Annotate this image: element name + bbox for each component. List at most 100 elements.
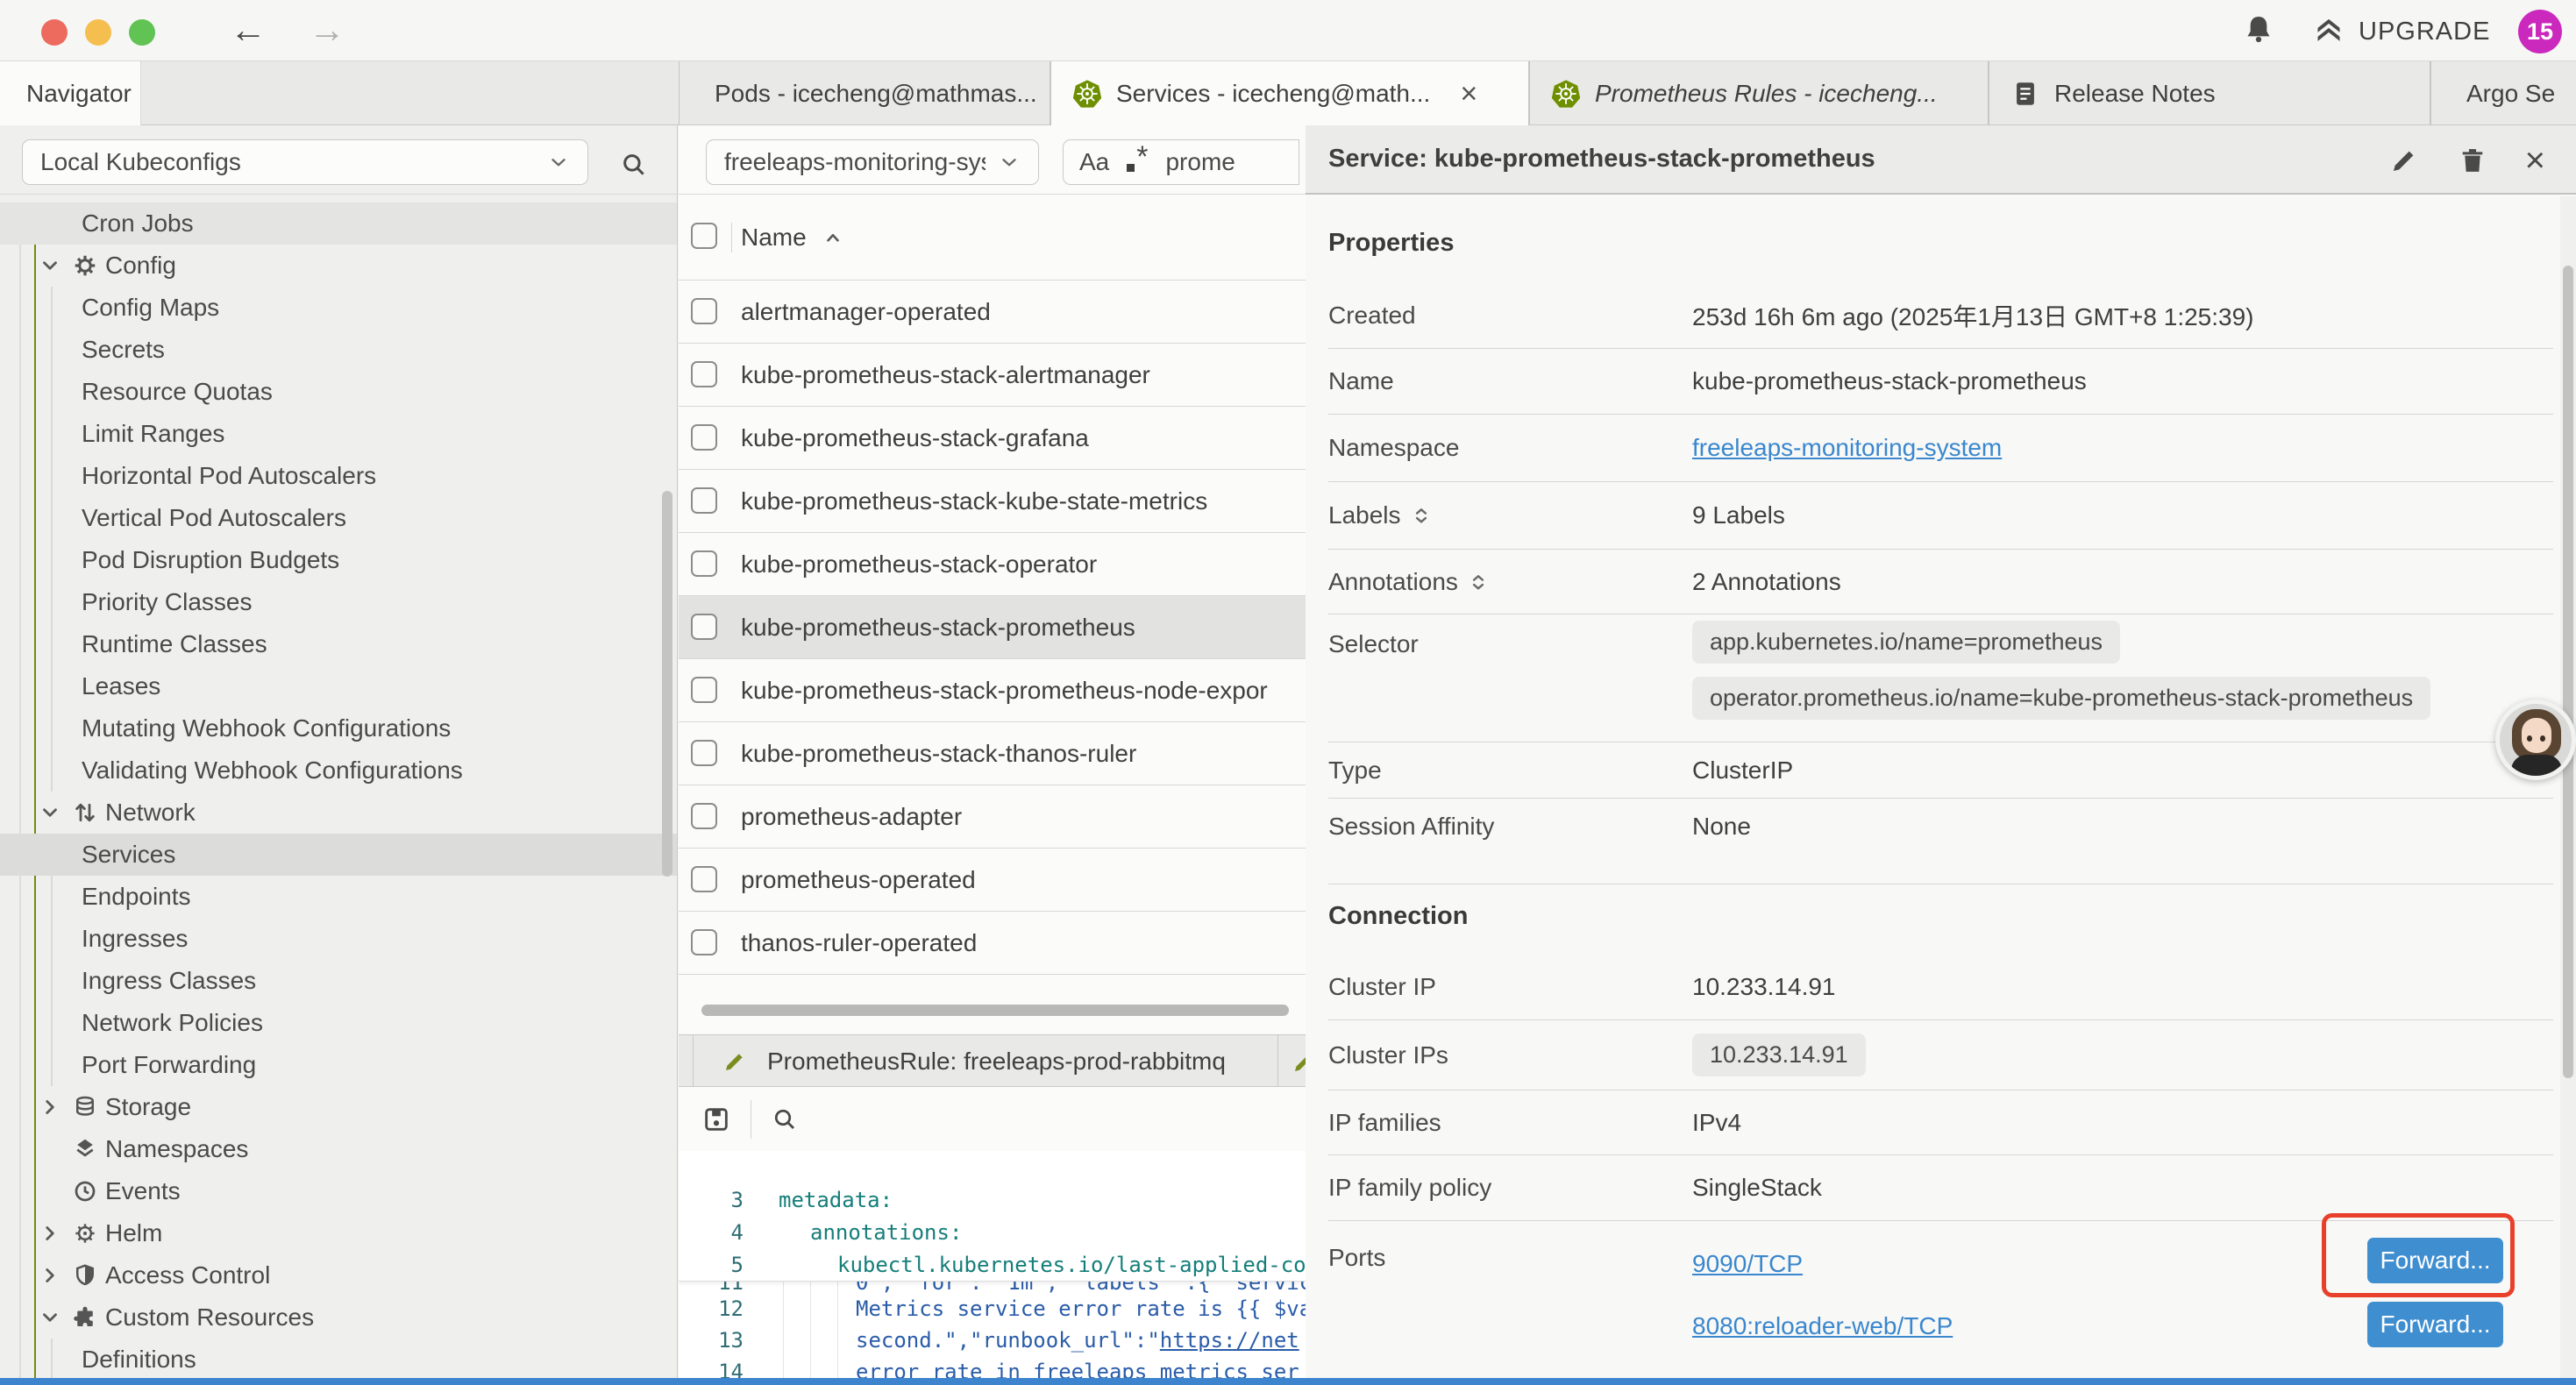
port-link-9090[interactable]: 9090/TCP — [1692, 1250, 1803, 1278]
user-avatar[interactable] — [2495, 700, 2576, 780]
delete-trash-icon[interactable] — [2457, 145, 2488, 176]
sidebar-item-helm[interactable]: Helm — [0, 1212, 677, 1254]
horizontal-scrollbar[interactable] — [701, 1005, 1289, 1016]
forward-button[interactable]: → — [309, 9, 345, 51]
close-window-button[interactable] — [41, 19, 68, 46]
sidebar-item-ingresses[interactable]: Ingresses — [0, 918, 677, 960]
expand-collapse-icon[interactable] — [1469, 571, 1488, 593]
sidebar-item-pod-disruption-budgets[interactable]: Pod Disruption Budgets — [0, 539, 677, 581]
editor-tab-prometheusrule[interactable]: PrometheusRule: freeleaps-prod-rabbitmq — [693, 1035, 1278, 1087]
sidebar-item-limit-ranges[interactable]: Limit Ranges — [0, 413, 677, 455]
editor-line: 5kubectl.kubernetes.io/last-applied-co — [679, 1249, 1306, 1282]
regex-toggle[interactable]: * — [1127, 146, 1148, 180]
save-icon[interactable] — [701, 1104, 731, 1134]
tab-pods[interactable]: Pods - icecheng@mathmas... — [679, 61, 1050, 125]
service-row[interactable]: kube-prometheus-stack-alertmanager — [679, 344, 1306, 407]
service-row[interactable]: kube-prometheus-stack-prometheus — [679, 596, 1306, 659]
editor-tab-partial[interactable] — [1291, 1049, 1306, 1076]
row-checkbox[interactable] — [691, 614, 717, 640]
detail-scrollbar[interactable] — [2563, 266, 2573, 1078]
detail-title: Service: kube-prometheus-stack-prometheu… — [1328, 145, 1875, 174]
sidebar-item-namespaces[interactable]: Namespaces — [0, 1128, 677, 1170]
search-query: prome — [1165, 148, 1235, 176]
tab-argo[interactable]: Argo Se — [2430, 61, 2576, 125]
sidebar-scrollbar[interactable] — [662, 491, 672, 877]
close-panel-icon[interactable]: × — [2525, 143, 2545, 178]
service-row[interactable]: alertmanager-operated — [679, 281, 1306, 344]
row-checkbox[interactable] — [691, 361, 717, 387]
sort-ascending-icon[interactable] — [822, 227, 843, 248]
expand-collapse-icon[interactable] — [1412, 504, 1431, 527]
minimize-window-button[interactable] — [85, 19, 111, 46]
maximize-window-button[interactable] — [129, 19, 155, 46]
navigator-panel-tab[interactable]: Navigator — [0, 61, 141, 125]
tab-services[interactable]: Services - icecheng@math... × — [1050, 61, 1529, 125]
row-checkbox[interactable] — [691, 866, 717, 892]
row-checkbox[interactable] — [691, 740, 717, 766]
sidebar-item-runtime-classes[interactable]: Runtime Classes — [0, 623, 677, 665]
sidebar-item-access-control[interactable]: Access Control — [0, 1254, 677, 1296]
sidebar-item-mutating-webhook-configurations[interactable]: Mutating Webhook Configurations — [0, 707, 677, 749]
back-button[interactable]: ← — [230, 9, 267, 51]
service-row[interactable]: kube-prometheus-stack-thanos-ruler — [679, 722, 1306, 785]
row-checkbox[interactable] — [691, 487, 717, 514]
sidebar-item-priority-classes[interactable]: Priority Classes — [0, 581, 677, 623]
sidebar-item-custom-resources[interactable]: Custom Resources — [0, 1296, 677, 1339]
sidebar-item-horizontal-pod-autoscalers[interactable]: Horizontal Pod Autoscalers — [0, 455, 677, 497]
runbook-url-link[interactable]: https://net — [1160, 1328, 1299, 1353]
kubeconfig-select[interactable]: Local Kubeconfigs — [22, 139, 588, 185]
sidebar-item-validating-webhook-configurations[interactable]: Validating Webhook Configurations — [0, 749, 677, 792]
edit-pencil-icon[interactable] — [2388, 145, 2420, 176]
notifications-bell-icon[interactable] — [2241, 12, 2276, 47]
row-checkbox[interactable] — [691, 803, 717, 829]
sidebar-item-vertical-pod-autoscalers[interactable]: Vertical Pod Autoscalers — [0, 497, 677, 539]
sidebar-item-definitions[interactable]: Definitions — [0, 1339, 677, 1378]
row-checkbox[interactable] — [691, 298, 717, 324]
service-row[interactable]: kube-prometheus-stack-kube-state-metrics — [679, 470, 1306, 533]
namespace-select[interactable]: freeleaps-monitoring-system — [706, 139, 1039, 185]
sidebar-item-network-policies[interactable]: Network Policies — [0, 1002, 677, 1044]
search-input[interactable]: Aa * prome — [1063, 139, 1299, 185]
row-checkbox[interactable] — [691, 550, 717, 577]
sidebar-item-port-forwarding[interactable]: Port Forwarding — [0, 1044, 677, 1086]
service-row[interactable]: prometheus-adapter — [679, 785, 1306, 849]
sidebar-item-config-maps[interactable]: Config Maps — [0, 287, 677, 329]
sidebar-item-endpoints[interactable]: Endpoints — [0, 876, 677, 918]
name-column-header[interactable]: Name — [741, 224, 807, 252]
row-checkbox[interactable] — [691, 424, 717, 451]
port-link-8080-reloader[interactable]: 8080:reloader-web/TCP — [1692, 1312, 1953, 1340]
chevron-down-icon — [39, 801, 61, 824]
sidebar-item-ingress-classes[interactable]: Ingress Classes — [0, 960, 677, 1002]
notification-count-badge[interactable]: 15 — [2518, 10, 2562, 53]
service-row[interactable]: thanos-ruler-operated — [679, 912, 1306, 975]
service-row[interactable]: kube-prometheus-stack-operator — [679, 533, 1306, 596]
sidebar-item-storage[interactable]: Storage — [0, 1086, 677, 1128]
sidebar-item-cron-jobs[interactable]: Cron Jobs — [0, 202, 677, 245]
service-name: kube-prometheus-stack-operator — [741, 550, 1097, 579]
search-icon[interactable] — [771, 1105, 799, 1133]
service-row[interactable]: prometheus-operated — [679, 849, 1306, 912]
sidebar-item-config[interactable]: Config — [0, 245, 677, 287]
sidebar-item-network[interactable]: Network — [0, 792, 677, 834]
forward-port-button-8080[interactable]: Forward... — [2367, 1302, 2503, 1347]
pencil-icon — [722, 1048, 748, 1075]
row-checkbox[interactable] — [691, 929, 717, 955]
sidebar-item-resource-quotas[interactable]: Resource Quotas — [0, 371, 677, 413]
yaml-editor[interactable]: 3metadata: 4annotations: 5kubectl.kubern… — [679, 1151, 1306, 1378]
sidebar-item-services[interactable]: Services — [0, 834, 677, 876]
row-checkbox[interactable] — [691, 677, 717, 703]
select-all-checkbox[interactable] — [691, 223, 717, 249]
sidebar-item-leases[interactable]: Leases — [0, 665, 677, 707]
sidebar-item-secrets[interactable]: Secrets — [0, 329, 677, 371]
service-row[interactable]: kube-prometheus-stack-grafana — [679, 407, 1306, 470]
tab-release-notes[interactable]: Release Notes — [1989, 61, 2430, 125]
upgrade-button[interactable]: UPGRADE — [2311, 14, 2490, 49]
sidebar-search-icon[interactable] — [619, 150, 649, 180]
sidebar-item-events[interactable]: Events — [0, 1170, 677, 1212]
namespace-link[interactable]: freeleaps-monitoring-system — [1692, 434, 2002, 462]
tab-prometheus-rules[interactable]: Prometheus Rules - icecheng... — [1529, 61, 1989, 125]
service-row[interactable]: kube-prometheus-stack-prometheus-node-ex… — [679, 659, 1306, 722]
editor-line: 3metadata: — [679, 1184, 1306, 1217]
close-tab-icon[interactable]: × — [1460, 81, 1477, 107]
match-case-toggle[interactable]: Aa — [1079, 148, 1109, 176]
